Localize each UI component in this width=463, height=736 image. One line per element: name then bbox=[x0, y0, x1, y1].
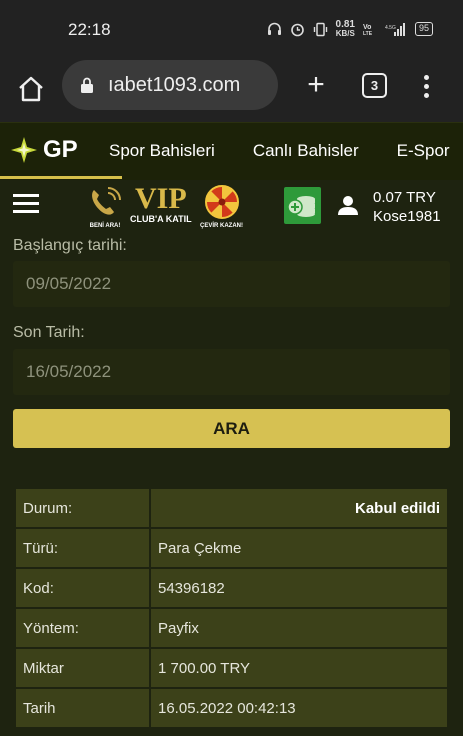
hamburger-menu-icon[interactable] bbox=[13, 194, 39, 216]
vip-text: VIP bbox=[134, 182, 187, 215]
overflow-menu-icon[interactable] bbox=[418, 72, 434, 100]
account-info[interactable]: 0.07 TRY Kose1981 bbox=[373, 188, 441, 226]
nav-link-canli-bahisler[interactable]: Canlı Bahisler bbox=[253, 141, 359, 161]
table-row: Tarih 16.05.2022 00:42:13 bbox=[16, 689, 447, 727]
volte-icon: VoLTE bbox=[363, 24, 373, 36]
nav-link-e-spor[interactable]: E-Spor bbox=[397, 141, 450, 161]
promo-call-caption: BENİ ARA! bbox=[89, 223, 121, 229]
battery-icon: 95 bbox=[414, 22, 433, 36]
active-nav-indicator bbox=[0, 176, 122, 179]
user-icon[interactable] bbox=[337, 194, 359, 216]
detail-value-status: Kabul edildi bbox=[151, 489, 447, 527]
detail-key-date: Tarih bbox=[16, 689, 149, 727]
star-logo-icon bbox=[11, 137, 37, 163]
status-time: 22:18 bbox=[68, 20, 111, 39]
username: Kose1981 bbox=[373, 208, 441, 225]
promo-call-me[interactable]: BENİ ARA! bbox=[86, 184, 124, 229]
detail-value-method: Payfix bbox=[151, 609, 447, 647]
detail-value-type: Para Çekme bbox=[151, 529, 447, 567]
svg-text:LTE: LTE bbox=[363, 31, 373, 36]
home-icon[interactable] bbox=[16, 74, 46, 104]
sub-header: BENİ ARA! VIP CLUB'A KATIL ÇEVİR KAZAN! bbox=[0, 180, 463, 236]
balance-amount: 0.07 TRY bbox=[373, 189, 436, 206]
vibrate-icon bbox=[313, 22, 327, 36]
detail-key-type: Türü: bbox=[16, 529, 149, 567]
svg-text:Vo: Vo bbox=[363, 24, 371, 31]
address-bar[interactable]: ıabet1093.com bbox=[62, 60, 278, 110]
lock-icon bbox=[81, 77, 93, 93]
site-logo[interactable]: GP bbox=[9, 135, 78, 165]
table-row: Miktar 1 700.00 TRY bbox=[16, 649, 447, 687]
detail-value-date: 16.05.2022 00:42:13 bbox=[151, 689, 447, 727]
transaction-details-table: Durum: Kabul edildi Türü: Para Çekme Kod… bbox=[14, 487, 449, 729]
logo-text: GP bbox=[43, 136, 78, 163]
detail-key-amount: Miktar bbox=[16, 649, 149, 687]
phone-icon bbox=[92, 187, 121, 215]
status-bar: 22:18 0.81 KB/S Vo LTE 4.5G 95 bbox=[0, 0, 463, 60]
start-date-label: Başlangıç tarihi: bbox=[13, 237, 127, 254]
alarm-icon bbox=[290, 23, 304, 36]
detail-key-method: Yöntem: bbox=[16, 609, 149, 647]
browser-toolbar: ıabet1093.com + 3 bbox=[0, 60, 463, 122]
tab-switcher-button[interactable]: 3 bbox=[362, 73, 387, 98]
net-speed-unit: KB/S bbox=[335, 29, 355, 38]
end-date-field[interactable]: 16/05/2022 bbox=[13, 349, 450, 395]
money-stack-icon bbox=[287, 196, 315, 217]
site-nav: GP Spor Bahisleri Canlı Bahisler E-Spor bbox=[0, 122, 463, 180]
detail-value-code: 54396182 bbox=[151, 569, 447, 607]
headphones-icon bbox=[267, 22, 281, 35]
signal-icon: 4.5G bbox=[385, 22, 405, 36]
status-icons: 0.81 KB/S Vo LTE 4.5G 95 bbox=[267, 20, 433, 38]
table-row: Türü: Para Çekme bbox=[16, 529, 447, 567]
net-speed: 0.81 KB/S bbox=[336, 20, 355, 38]
nav-links: Spor Bahisleri Canlı Bahisler E-Spor bbox=[109, 141, 450, 161]
new-tab-button[interactable]: + bbox=[303, 70, 329, 100]
search-button[interactable]: ARA bbox=[13, 409, 450, 448]
detail-value-amount: 1 700.00 TRY bbox=[151, 649, 447, 687]
url-text: ıabet1093.com bbox=[108, 74, 241, 96]
detail-key-code: Kod: bbox=[16, 569, 149, 607]
detail-key-status: Durum: bbox=[16, 489, 149, 527]
table-row: Kod: 54396182 bbox=[16, 569, 447, 607]
table-row: Yöntem: Payfix bbox=[16, 609, 447, 647]
promo-spin-win[interactable]: ÇEVİR KAZAN! bbox=[200, 184, 243, 229]
wheel-icon bbox=[204, 185, 239, 219]
start-date-field[interactable]: 09/05/2022 bbox=[13, 261, 450, 307]
nav-link-spor-bahisleri[interactable]: Spor Bahisleri bbox=[109, 141, 215, 161]
promo-vip-club[interactable]: VIP CLUB'A KATIL bbox=[130, 182, 192, 225]
promo-wheel-caption: ÇEVİR KAZAN! bbox=[200, 223, 243, 229]
promo-vip-caption: CLUB'A KATIL bbox=[130, 214, 192, 224]
table-row: Durum: Kabul edildi bbox=[16, 489, 447, 527]
cashier-button[interactable] bbox=[284, 187, 321, 224]
svg-text:4.5G: 4.5G bbox=[385, 25, 396, 31]
end-date-label: Son Tarih: bbox=[13, 324, 85, 341]
